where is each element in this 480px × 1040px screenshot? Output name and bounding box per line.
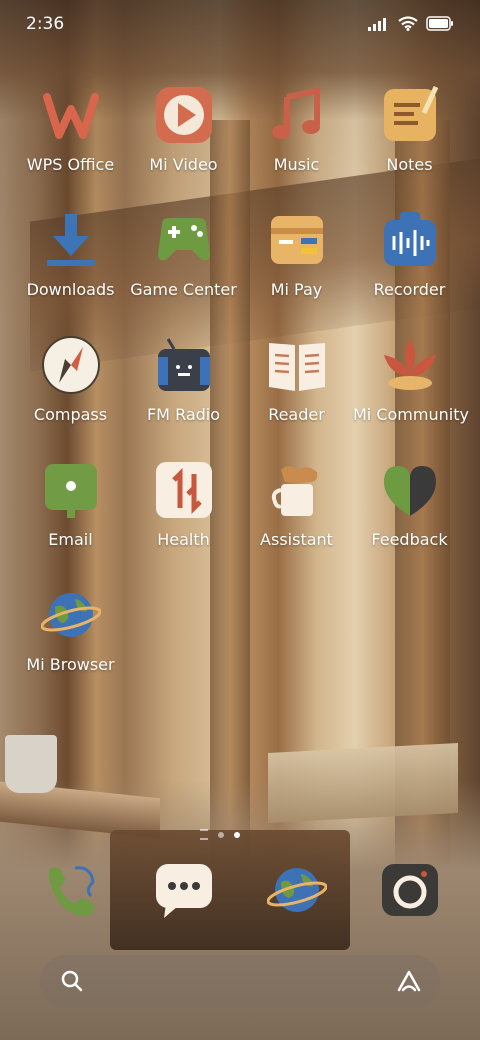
app-health[interactable]: Health — [127, 460, 240, 570]
status-time: 2:36 — [26, 14, 65, 34]
app-label: Feedback — [371, 530, 448, 549]
app-mi-video[interactable]: Mi Video — [127, 85, 240, 195]
health-icon — [154, 460, 214, 520]
dock-browser[interactable] — [240, 860, 353, 970]
wps-office-icon — [41, 85, 101, 145]
coffee-cup-icon — [267, 460, 327, 520]
notepad-pencil-icon — [380, 85, 440, 145]
status-bar: 2:36 — [0, 0, 480, 50]
gamepad-icon — [154, 210, 214, 270]
play-icon — [154, 85, 214, 145]
wallet-icon — [267, 210, 327, 270]
assistant-a-icon[interactable] — [396, 969, 422, 993]
phone-icon — [41, 860, 101, 920]
wallpaper-cup — [5, 735, 57, 793]
download-arrow-icon — [41, 210, 101, 270]
mailbox-icon — [41, 460, 101, 520]
planet-icon — [265, 860, 328, 920]
search-icon[interactable] — [60, 969, 84, 993]
compass-icon — [41, 335, 101, 395]
app-drawer-indicator[interactable] — [200, 829, 208, 840]
page-dot[interactable] — [218, 831, 224, 838]
app-label: Mi Community — [353, 405, 469, 424]
app-mi-community[interactable]: Mi Community — [353, 335, 469, 445]
lotus-icon — [380, 335, 440, 395]
app-label: Game Center — [130, 280, 237, 299]
app-assistant[interactable]: Assistant — [240, 460, 353, 570]
app-label: Reader — [268, 405, 325, 424]
page-dot-active[interactable] — [234, 831, 240, 838]
app-label: Music — [273, 155, 320, 174]
dock-phone[interactable] — [14, 860, 127, 970]
app-email[interactable]: Email — [14, 460, 127, 570]
app-label: Recorder — [373, 280, 446, 299]
dock-messages[interactable] — [127, 860, 240, 970]
app-label: Mi Browser — [26, 655, 115, 674]
battery-icon — [426, 16, 453, 31]
radio-icon — [154, 335, 214, 395]
app-label: Mi Pay — [270, 280, 323, 299]
signal-icon — [368, 18, 386, 31]
dock-camera[interactable] — [353, 860, 466, 970]
dock — [0, 860, 480, 930]
app-label: WPS Office — [26, 155, 115, 174]
heart-icon — [380, 460, 440, 520]
wifi-icon — [398, 16, 418, 31]
app-label: Downloads — [26, 280, 115, 299]
app-game-center[interactable]: Game Center — [127, 210, 240, 320]
app-label: Notes — [386, 155, 433, 174]
app-fm-radio[interactable]: FM Radio — [127, 335, 240, 445]
open-book-icon — [267, 335, 327, 395]
app-label: Assistant — [260, 530, 333, 549]
status-icons — [368, 16, 454, 31]
app-wps-office[interactable]: WPS Office — [14, 85, 127, 195]
app-reader[interactable]: Reader — [240, 335, 353, 445]
app-recorder[interactable]: Recorder — [353, 210, 466, 320]
app-mi-browser[interactable]: Mi Browser — [14, 585, 127, 695]
app-label: Mi Video — [149, 155, 218, 174]
app-label: Health — [157, 530, 210, 549]
chat-bubble-icon — [154, 860, 214, 920]
app-label: FM Radio — [146, 405, 221, 424]
page-indicator[interactable] — [200, 829, 240, 840]
recorder-icon — [380, 210, 440, 270]
planet-icon — [39, 585, 102, 645]
app-label: Compass — [33, 405, 108, 424]
app-label: Email — [48, 530, 93, 549]
app-music[interactable]: Music — [240, 85, 353, 195]
search-bar[interactable] — [40, 955, 440, 1007]
wallpaper-books — [268, 743, 458, 823]
app-notes[interactable]: Notes — [353, 85, 466, 195]
camera-icon — [380, 860, 440, 920]
app-compass[interactable]: Compass — [14, 335, 127, 445]
app-mi-pay[interactable]: Mi Pay — [240, 210, 353, 320]
app-downloads[interactable]: Downloads — [14, 210, 127, 320]
music-note-icon — [267, 85, 327, 145]
app-feedback[interactable]: Feedback — [353, 460, 466, 570]
